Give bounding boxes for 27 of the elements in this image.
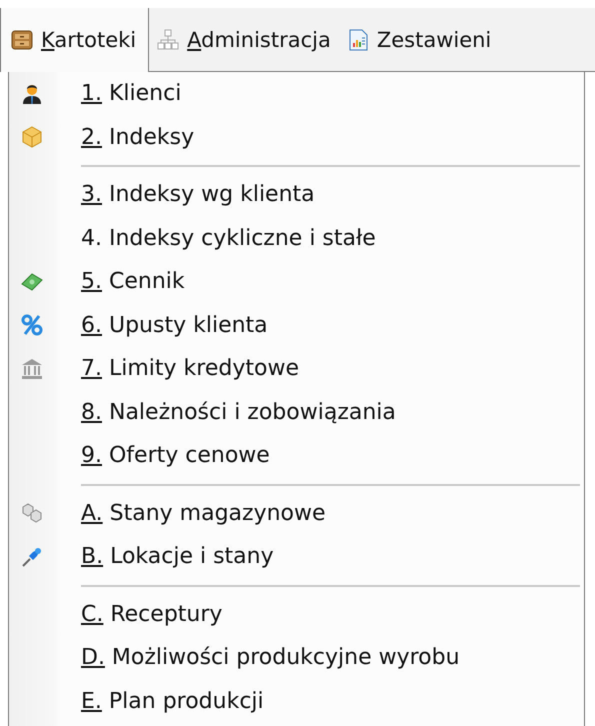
menu-tab[interactable]: Kartoteki <box>41 28 136 52</box>
banknote-icon <box>21 270 43 293</box>
percent-icon <box>21 314 43 336</box>
menu-item[interactable]: 9. Oferty cenowe <box>81 443 270 468</box>
boxes-icon <box>21 502 43 524</box>
menu-item[interactable]: 1. Klienci <box>81 81 182 106</box>
menu-item[interactable]: 3. Indeksy wg klienta <box>81 182 315 208</box>
menu-item[interactable]: 5. Cennik <box>81 269 185 294</box>
menu-item[interactable]: 2. Indeksy <box>81 124 194 150</box>
hierarchy-icon <box>157 28 180 50</box>
menu-item[interactable]: E. Plan produkcji <box>81 688 264 714</box>
pushpin-icon <box>21 546 43 568</box>
person-icon <box>21 82 43 105</box>
menu-item[interactable]: B. Lokacje i stany <box>81 544 274 570</box>
menu-item[interactable]: 4. Indeksy cykliczne i stałe <box>81 226 376 251</box>
report-icon <box>346 28 369 50</box>
menu-item[interactable]: 6. Upusty klienta <box>81 312 268 338</box>
menu-tab[interactable]: Zestawieni <box>376 28 492 52</box>
menu-item[interactable]: 8. Należności i zobowiązania <box>81 400 396 425</box>
package-icon <box>21 126 43 148</box>
menu-item[interactable]: C. Receptury <box>81 602 222 627</box>
bank-icon <box>21 358 43 380</box>
menu-item[interactable]: A. Stany magazynowe <box>81 500 326 526</box>
menu-item[interactable]: D. Możliwości produkcyjne wyrobu <box>81 645 460 670</box>
menu-tab[interactable]: Administracja <box>187 28 331 52</box>
cabinet-icon <box>11 29 33 51</box>
menu-item[interactable]: 7. Limity kredytowe <box>81 356 299 382</box>
